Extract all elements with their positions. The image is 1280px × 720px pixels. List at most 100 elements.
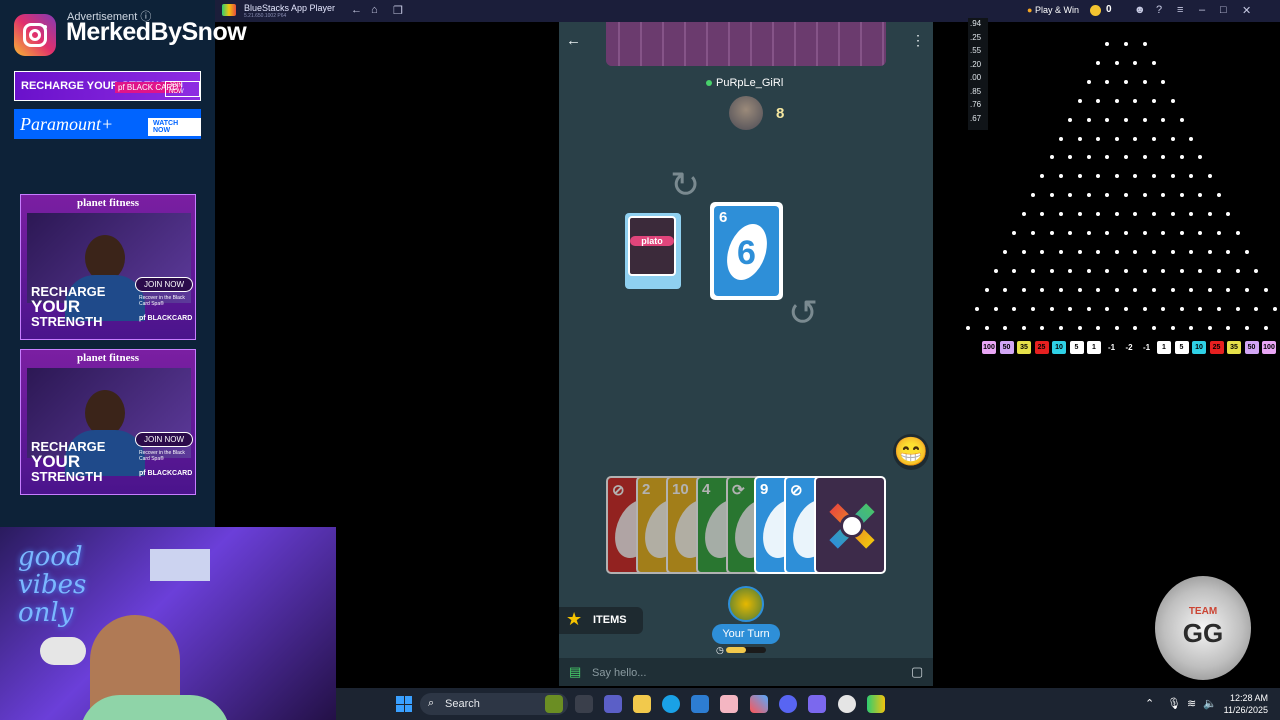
plinko-peg [1179,306,1184,311]
ad-planet-fitness-1[interactable]: planet fitness RECHARGE YOUR STRENGTH JO… [20,194,196,340]
wifi-icon[interactable]: ≋ [1187,697,1196,710]
direction-arrow-icon: ↺ [788,292,819,333]
ad-headline-3: STRENGTH [31,314,103,329]
odds-value: .76 [970,100,982,109]
watch-now-button[interactable]: WATCH NOW [148,118,201,136]
plinko-slot: 50 [999,341,1014,354]
plinko-slot: 1 [1157,341,1171,354]
ad-banner-paramount[interactable]: Paramount+ WATCH NOW [14,109,201,139]
help-icon[interactable]: ? [1156,4,1162,16]
plinko-peg [1179,268,1184,273]
ad-banner-planet-fitness[interactable]: RECHARGE YOUR STRENGTH pf BLACK CARD JOI… [14,71,201,101]
plinko-peg [1114,136,1119,141]
plinko-peg [1142,306,1147,311]
plinko-peg [1217,306,1221,311]
plinko-peg [1096,325,1101,330]
plinko-peg [1161,79,1166,84]
ad-brand: planet fitness [76,352,140,364]
odds-value: .55 [970,46,982,55]
plinko-peg [1189,287,1194,292]
bluestacks-taskbar-icon[interactable] [867,695,885,713]
ad-join-button[interactable]: JOIN NOW [165,81,200,97]
back-arrow-icon[interactable]: ← [566,32,581,49]
microphone-icon[interactable]: 🎙 [1167,697,1181,710]
edge-icon[interactable] [662,695,680,713]
plinko-peg [1077,249,1082,254]
odds-value: .94 [970,19,982,28]
chat-icon: ▤ [569,664,582,679]
taskbar-app-icon[interactable] [720,695,738,713]
plinko-slot: 35 [1017,341,1031,354]
store-icon[interactable] [691,695,709,713]
card-value: ⊘ [790,482,803,499]
card-value: 9 [760,481,769,498]
ad-join-button[interactable]: JOIN NOW [135,277,193,292]
plinko-peg [1142,79,1147,84]
plinko-peg [1049,306,1054,311]
copilot-icon[interactable] [750,695,768,713]
player-avatar[interactable] [728,586,764,622]
ad-subtext: Recover in the Black Card Spa® [139,295,185,307]
plinko-peg [1096,249,1101,254]
opponent-avatar[interactable] [729,96,763,130]
plinko-peg [1254,306,1259,311]
plinko-peg [1142,268,1147,273]
tabs-icon[interactable]: ❐ [393,4,403,17]
taskbar-app-icon[interactable] [545,695,563,713]
taskbar-app-icon[interactable] [838,695,856,713]
ad-planet-fitness-2[interactable]: planet fitness RECHARGE YOUR STRENGTH JO… [20,349,196,495]
close-icon[interactable]: ✕ [1242,4,1251,17]
teams-icon[interactable] [604,695,622,713]
back-nav-icon[interactable]: ← [351,4,362,16]
discord-icon[interactable] [779,695,797,713]
emoji-button[interactable]: 😁 [893,434,929,470]
taskbar-app-icon[interactable] [808,695,826,713]
plinko-peg [1272,306,1277,311]
logo-top-text: TEAM [1188,606,1218,617]
chevron-up-icon[interactable]: ⌃ [1145,697,1154,710]
menu-icon[interactable]: ≡ [1177,4,1183,16]
minimize-icon[interactable]: – [1199,4,1205,16]
restore-icon[interactable]: □ [1220,4,1227,16]
clock-time: 12:28 AM [1229,693,1268,703]
bluestacks-logo-icon [222,4,236,16]
plinko-peg [1114,325,1119,330]
hand-card-wild[interactable] [814,476,886,574]
plinko-peg [993,268,998,273]
online-status-icon [706,80,712,86]
plinko-peg [1133,325,1138,330]
ad-subtext: Recover in the Black Card Spa® [139,450,185,462]
ad-brand: planet fitness [76,197,140,209]
plinko-peg [1235,306,1240,311]
plinko-peg [1096,136,1101,141]
plinko-slot: 50 [1244,341,1259,354]
plinko-peg [1086,306,1091,311]
chat-input[interactable] [590,662,894,684]
home-icon[interactable]: ⌂ [371,4,378,16]
plinko-peg [1170,249,1175,254]
plinko-peg [1040,325,1045,330]
task-view-icon[interactable] [575,695,593,713]
windows-start-icon[interactable] [396,696,412,712]
card-value: 2 [642,481,651,498]
profile-icon[interactable]: ☻ [1134,4,1146,16]
draw-deck[interactable]: plato [625,213,681,289]
plinko-peg [1124,42,1128,46]
plinko-peg [1068,268,1073,273]
play-win-button[interactable]: ● Play & Win [1027,5,1079,15]
plinko-slot: 10 [1052,341,1066,354]
plinko-peg [1077,212,1082,217]
ad-headline-3: STRENGTH [31,469,103,484]
file-explorer-icon[interactable] [633,695,651,713]
plinko-peg [1244,287,1249,292]
volume-icon[interactable]: 🔈 [1203,697,1217,710]
items-label: ITEMS [593,614,627,626]
odds-value: .25 [970,32,982,42]
more-options-icon[interactable]: ⋮ [911,32,925,49]
plinko-peg [1142,193,1147,198]
plinko-peg [1114,212,1119,217]
plinko-slot: 1 [1087,341,1101,354]
ad-join-button[interactable]: JOIN NOW [135,432,193,447]
deck-card-back: plato [628,216,676,276]
sticker-icon[interactable]: ▢ [911,664,923,680]
